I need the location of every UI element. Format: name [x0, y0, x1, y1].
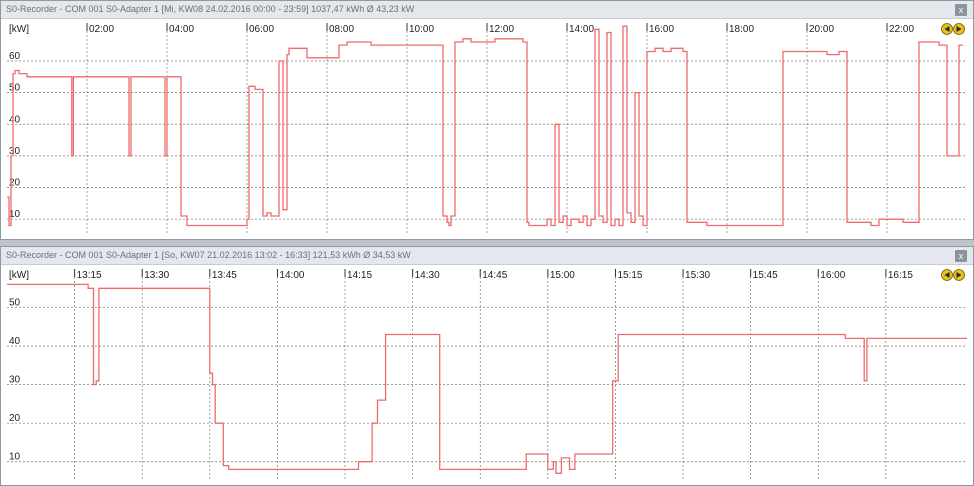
x-tick-label: 14:00: [569, 24, 594, 35]
chart-window-top: S0-Recorder - COM 001 S0-Adapter 1 [Mi, …: [0, 0, 974, 240]
y-unit-label: [kW]: [9, 24, 29, 35]
x-tick-label: 14:30: [415, 270, 440, 281]
prev-arrow-icon[interactable]: [941, 23, 953, 35]
x-tick-label: 22:00: [889, 24, 914, 35]
next-arrow-icon[interactable]: [953, 269, 965, 281]
x-tick-label: 14:45: [482, 270, 507, 281]
y-tick-label: 60: [9, 51, 21, 62]
x-tick-label: 08:00: [329, 24, 354, 35]
y-tick-label: 50: [9, 298, 21, 309]
x-tick-label: 20:00: [809, 24, 834, 35]
x-tick-label: 16:00: [649, 24, 674, 35]
x-tick-label: 12:00: [489, 24, 514, 35]
power-series-line: [7, 283, 967, 474]
x-tick-label: 04:00: [169, 24, 194, 35]
x-tick-label: 10:00: [409, 24, 434, 35]
x-tick-label: 14:00: [279, 270, 304, 281]
x-tick-label: 13:15: [77, 270, 102, 281]
chart-window-bottom: S0-Recorder - COM 001 S0-Adapter 1 [So, …: [0, 246, 974, 486]
y-tick-label: 30: [9, 375, 21, 386]
y-tick-label: 40: [9, 114, 21, 125]
x-tick-label: 16:15: [888, 270, 913, 281]
titlebar-top[interactable]: S0-Recorder - COM 001 S0-Adapter 1 [Mi, …: [1, 1, 973, 19]
x-tick-label: 02:00: [89, 24, 114, 35]
window-title-bottom: S0-Recorder - COM 001 S0-Adapter 1 [So, …: [6, 250, 411, 260]
power-series-line: [7, 25, 963, 227]
window-title-top: S0-Recorder - COM 001 S0-Adapter 1 [Mi, …: [6, 4, 415, 14]
x-tick-label: 15:45: [753, 270, 778, 281]
prev-arrow-icon[interactable]: [941, 269, 953, 281]
y-tick-label: 20: [9, 413, 21, 424]
y-tick-label: 10: [9, 452, 21, 463]
x-tick-label: 13:30: [144, 270, 169, 281]
power-chart-top[interactable]: [kW] 02:00 04:00 06:00 08:00 10:00 12:00 14:00 1…: [1, 19, 973, 239]
y-unit-label: [kW]: [9, 270, 29, 281]
close-icon[interactable]: x: [955, 4, 967, 16]
close-icon[interactable]: x: [955, 250, 967, 262]
x-tick-label: 15:00: [550, 270, 575, 281]
x-tick-label: 15:30: [685, 270, 710, 281]
x-tick-label: 13:45: [212, 270, 237, 281]
next-arrow-icon[interactable]: [953, 23, 965, 35]
x-tick-label: 15:15: [617, 270, 642, 281]
x-tick-label: 06:00: [249, 24, 274, 35]
x-tick-label: 18:00: [729, 24, 754, 35]
x-tick-label: 14:15: [347, 270, 372, 281]
titlebar-bottom[interactable]: S0-Recorder - COM 001 S0-Adapter 1 [So, …: [1, 247, 973, 265]
y-tick-label: 50: [9, 83, 21, 94]
x-tick-label: 16:00: [820, 270, 845, 281]
y-tick-label: 30: [9, 146, 21, 157]
y-tick-label: 40: [9, 336, 21, 347]
power-chart-bottom[interactable]: [kW] 13:15 13:30 13:45 14:00 14:15 14:30 14:45 1…: [1, 265, 973, 485]
